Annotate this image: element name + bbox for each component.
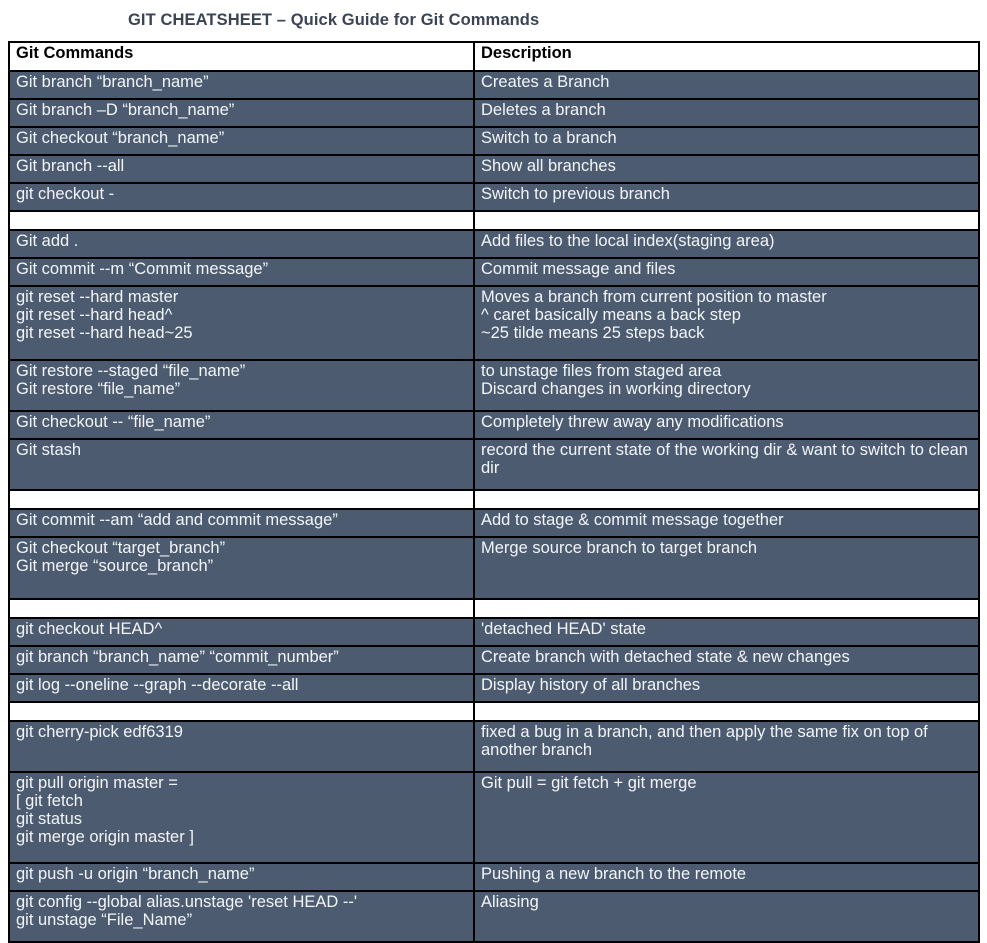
table-body: Git branch “branch_name” Creates a Branch… (8, 70, 980, 943)
cell-description: Merge source branch to target branch (473, 536, 980, 600)
cell-description: Add files to the local index(staging are… (473, 229, 980, 259)
git-cheatsheet-table: Git Commands Description Git branch “bra… (8, 41, 980, 943)
column-header-commands: Git Commands (8, 41, 475, 72)
spacer-cell-description (473, 210, 980, 231)
cell-description: Deletes a branch (473, 98, 980, 128)
table-row: git branch “branch_name” “commit_number”… (8, 645, 980, 675)
table-row: Git branch –D “branch_name” Deletes a bra… (8, 98, 980, 128)
table-row: Git commit --m “Commit message” Commit me… (8, 257, 980, 287)
table-spacer-row (8, 701, 980, 722)
cell-description: Show all branches (473, 154, 980, 184)
spacer-cell-command (8, 701, 475, 722)
table-row: Git checkout “target_branch” Git merge “… (8, 536, 980, 600)
cell-command: Git checkout “branch_name” (8, 126, 475, 156)
spacer-cell-description (473, 598, 980, 619)
table-row: git config --global alias.unstage 'reset… (8, 890, 980, 943)
cell-description: record the current state of the working … (473, 438, 980, 491)
spacer-cell-command (8, 598, 475, 619)
cell-description: 'detached HEAD' state (473, 617, 980, 647)
column-header-description: Description (473, 41, 980, 72)
table-row: Git checkout -- “file_name” Completely th… (8, 410, 980, 440)
cell-description: Switch to previous branch (473, 182, 980, 212)
cell-command: Git restore --staged “file_name” Git res… (8, 359, 475, 412)
cell-description: fixed a bug in a branch, and then apply … (473, 720, 980, 773)
table-spacer-row (8, 598, 980, 619)
cell-command: git pull origin master = [ git fetch git… (8, 771, 475, 864)
cell-command: git checkout HEAD^ (8, 617, 475, 647)
cell-command: git push -u origin “branch_name” (8, 862, 475, 892)
cheatsheet-page: GIT CHEATSHEET – Quick Guide for Git Com… (0, 0, 987, 943)
spacer-cell-description (473, 489, 980, 510)
cell-description: Create branch with detached state & new … (473, 645, 980, 675)
table-spacer-row (8, 489, 980, 510)
cell-command: Git branch –D “branch_name” (8, 98, 475, 128)
table-row: git checkout HEAD^'detached HEAD' state (8, 617, 980, 647)
cell-command: Git branch --all (8, 154, 475, 184)
cell-command: Git stash (8, 438, 475, 491)
table-row: Git branch --all Show all branches (8, 154, 980, 184)
table-row: Git checkout “branch_name” Switch to a br… (8, 126, 980, 156)
cell-description: Display history of all branches (473, 673, 980, 703)
table-header-row: Git Commands Description (8, 41, 980, 72)
title-bar: GIT CHEATSHEET – Quick Guide for Git Com… (0, 0, 987, 40)
table-header: Git Commands Description (8, 41, 980, 72)
cell-command: git branch “branch_name” “commit_number” (8, 645, 475, 675)
table-row: Git stash record the current state of the… (8, 438, 980, 491)
cell-command: git cherry-pick edf6319 (8, 720, 475, 773)
table-row: git log --oneline --graph --decorate --a… (8, 673, 980, 703)
table-row: git pull origin master = [ git fetch git… (8, 771, 980, 864)
cell-description: Switch to a branch (473, 126, 980, 156)
table-row: git reset --hard master git reset --hard… (8, 285, 980, 361)
spacer-cell-command (8, 489, 475, 510)
table-row: Git add . Add files to the local index(st… (8, 229, 980, 259)
cell-description: to unstage files from staged area Discar… (473, 359, 980, 412)
cell-command: Git checkout -- “file_name” (8, 410, 475, 440)
table-spacer-row (8, 210, 980, 231)
spacer-cell-description (473, 701, 980, 722)
table-row: git checkout - Switch to previous branch (8, 182, 980, 212)
cell-description: Pushing a new branch to the remote (473, 862, 980, 892)
cell-description: Git pull = git fetch + git merge (473, 771, 980, 864)
cell-command: Git commit --m “Commit message” (8, 257, 475, 287)
table-row: git push -u origin “branch_name” Pushing … (8, 862, 980, 892)
cell-description: Moves a branch from current position to … (473, 285, 980, 361)
cell-description: Completely threw away any modifications (473, 410, 980, 440)
cell-description: Aliasing (473, 890, 980, 943)
cell-command: Git commit --am “add and commit message” (8, 508, 475, 538)
cell-command: git checkout - (8, 182, 475, 212)
cell-command: git config --global alias.unstage 'reset… (8, 890, 475, 943)
spacer-cell-command (8, 210, 475, 231)
cell-description: Creates a Branch (473, 70, 980, 100)
table-row: Git commit --am “add and commit message”… (8, 508, 980, 538)
table-row: Git restore --staged “file_name” Git res… (8, 359, 980, 412)
cell-command: Git add . (8, 229, 475, 259)
cell-command: git reset --hard master git reset --hard… (8, 285, 475, 361)
cell-description: Add to stage & commit message together (473, 508, 980, 538)
cell-command: Git checkout “target_branch” Git merge “… (8, 536, 475, 600)
table-row: git cherry-pick edf6319 fixed a bug in a … (8, 720, 980, 773)
table-row: Git branch “branch_name” Creates a Branch (8, 70, 980, 100)
page-title: GIT CHEATSHEET – Quick Guide for Git Com… (128, 10, 540, 29)
cell-command: git log --oneline --graph --decorate --a… (8, 673, 475, 703)
cell-description: Commit message and files (473, 257, 980, 287)
cell-command: Git branch “branch_name” (8, 70, 475, 100)
